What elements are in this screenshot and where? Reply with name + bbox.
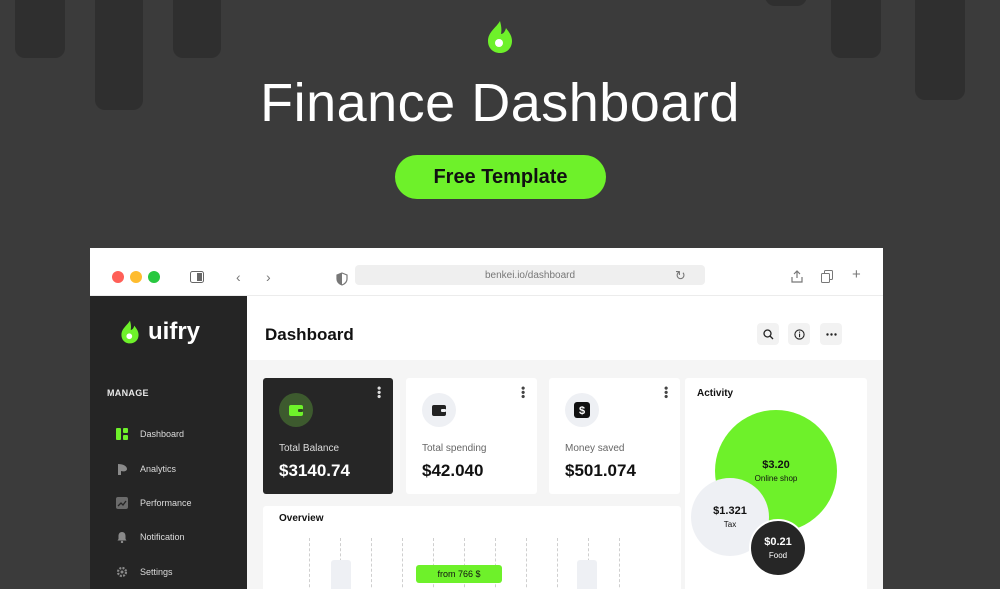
overview-bar[interactable] [331,560,351,589]
card-menu-icon[interactable]: ••• [516,386,530,399]
browser-toolbar: ‹ › benkei.io/dashboard ↻ + [90,248,883,296]
sidebar-item-performance[interactable]: Performance [116,495,192,511]
decor-pill [173,0,221,58]
free-template-button[interactable]: Free Template [395,155,606,199]
chart-gridline [309,538,310,589]
reload-icon[interactable]: ↻ [675,269,686,283]
chart-icon [116,497,128,509]
header: Dashboard [247,296,883,360]
sidebar-item-label: Dashboard [140,429,185,439]
more-horizontal-icon [825,332,837,336]
flame-logo-icon [488,21,512,53]
more-options-button[interactable] [820,323,842,345]
sidebar-item-label: Settings [140,567,173,577]
overview-bar[interactable] [577,560,597,589]
info-button[interactable] [788,323,810,345]
search-button[interactable] [757,323,779,345]
dollar-icon: $ [574,402,590,418]
search-icon [762,328,773,339]
activity-panel: Activity $3.20 Online shop $1.321 Tax $0… [685,378,867,589]
activity-title: Activity [697,388,734,399]
card-value: $3140.74 [279,461,350,480]
chart-gridline [557,538,558,589]
maximize-window-button[interactable] [148,271,160,283]
grid-icon [116,428,128,440]
card-icon-wrap [279,393,313,427]
bubble-label: Online shop [754,474,798,483]
bubble-label: Tax [723,520,737,529]
overview-title: Overview [279,513,324,524]
card-label: Total Balance [279,443,340,454]
sidebar-item-label: Analytics [140,464,177,474]
forward-arrow-icon[interactable]: › [266,270,271,284]
sidebar-item-notification[interactable]: Notification [116,529,185,545]
brand: uifry [120,318,200,346]
section-label: MANAGE [107,388,149,398]
card-label: Money saved [565,443,625,454]
sidebar: uifry MANAGE Dashboard Analytics Perform… [90,296,247,589]
wallet-icon [432,405,446,416]
bubble-value: $3.20 [762,459,790,471]
page-title: Dashboard [265,325,354,344]
sidebar-item-label: Notification [140,532,185,542]
gear-icon [116,566,128,578]
sidebar-item-dashboard[interactable]: Dashboard [116,426,184,442]
card-label: Total spending [422,443,487,454]
card-value: $42.040 [422,461,484,480]
chart-gridline [371,538,372,589]
overview-panel: Overview from 766 $ [263,506,681,589]
bubble-value: $1.321 [713,505,747,517]
minimize-window-button[interactable] [130,271,142,283]
close-window-button[interactable] [112,271,124,283]
pie-chart-icon [118,464,127,475]
main-content: Dashboard ••• Total Balance $3140.74 •••… [247,296,883,589]
duplicate-tab-icon[interactable] [821,270,833,283]
decor-pill [765,0,807,6]
sidebar-toggle-icon[interactable] [190,271,204,283]
card-menu-icon[interactable]: ••• [659,386,673,399]
chart-gridline [402,538,403,589]
url-text: benkei.io/dashboard [484,269,576,281]
card-value: $501.074 [565,461,636,480]
sidebar-item-analytics[interactable]: Analytics [116,461,176,477]
new-tab-icon[interactable]: + [852,267,861,282]
bubble-label: Food [768,551,788,560]
bubble-value: $0.21 [764,536,792,548]
svg-text:$: $ [579,405,585,417]
overview-tooltip: from 766 $ [416,565,502,583]
chart-gridline [619,538,620,589]
sidebar-item-settings[interactable]: Settings [116,564,173,580]
hero-title: Finance Dashboard [260,73,740,133]
wallet-icon [289,405,303,416]
sidebar-item-label: Performance [140,498,192,508]
bell-icon [117,532,127,543]
card-icon-wrap [422,393,456,427]
card-menu-icon[interactable]: ••• [372,386,386,399]
total-spending-card[interactable]: ••• Total spending $42.040 [406,378,537,494]
browser-window: ‹ › benkei.io/dashboard ↻ + uifry MANAGE [90,248,883,589]
brand-name: uifry [148,318,201,345]
card-icon-wrap: $ [565,393,599,427]
shield-icon [336,272,348,286]
back-arrow-icon[interactable]: ‹ [236,270,241,284]
total-balance-card[interactable]: ••• Total Balance $3140.74 [263,378,393,494]
chart-gridline [526,538,527,589]
flame-logo-icon [121,320,139,344]
activity-bubble-food[interactable]: $0.21 Food [749,519,807,577]
decor-pill [15,0,65,58]
info-icon [793,328,805,340]
share-icon[interactable] [791,270,803,283]
decor-pill [831,0,881,58]
money-saved-card[interactable]: $ ••• Money saved $501.074 [549,378,680,494]
address-bar[interactable]: benkei.io/dashboard [355,265,705,285]
